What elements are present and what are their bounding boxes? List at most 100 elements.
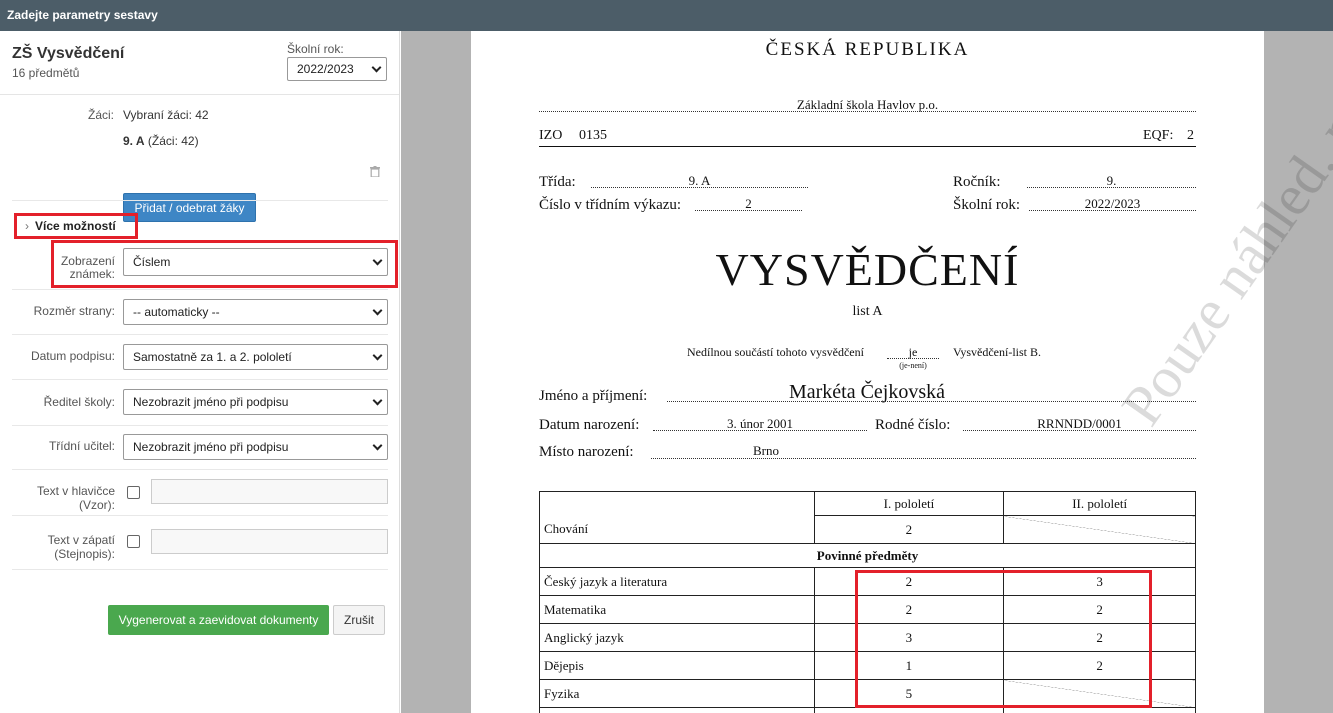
grade-display-label: Zobrazení známek: [60,254,115,281]
dotted-line [653,430,867,431]
sign-date-select[interactable]: Samostatně za 1. a 2. pololetí [123,344,388,370]
integral-sheet: Vysvědčení-list B. [953,345,1041,359]
principal-label: Ředitel školy: [43,395,115,409]
grade-h1 [813,707,1005,713]
country-heading: ČESKÁ REPUBLIKA [765,39,970,60]
page-size-label: Rozměr strany: [33,304,115,318]
add-remove-students-button[interactable]: Přidat / odebrat žáky [123,193,256,222]
chevron-down-icon [372,255,383,266]
izo-label: IZO [539,128,563,143]
grade-display-value: Číslem [133,255,171,269]
footer-text-label: Text v zápatí (Stejnopis): [47,533,115,561]
page-size-select[interactable]: -- automaticky -- [123,299,388,325]
sign-date-value: Samostatně za 1. a 2. pololetí [133,350,292,364]
grade-h1: 2 [813,515,1005,544]
dotted-line [963,430,1196,431]
name-label: Jméno a příjmení: [539,388,648,404]
dotted-line [539,111,1196,112]
dialog-title: Zadejte parametry sestavy [0,0,1333,31]
izo-value: 0135 [579,128,607,143]
table-row: Chování 2 [539,515,1196,544]
divider [12,289,388,290]
list-number-label: Číslo v třídním výkazu: [539,197,682,213]
header-text-checkbox[interactable] [127,486,140,499]
page-size-value: -- automaticky -- [133,305,220,319]
subject-name: Chování [539,515,815,544]
more-options-label: Více možností [35,219,116,233]
divider [12,425,388,426]
school-year-doc-label: Školní rok: [953,197,1021,213]
birth-number-label: Rodné číslo: [875,417,951,433]
grade-h2 [1003,707,1196,713]
chevron-down-icon [372,350,383,361]
sheet-label: list A [852,304,883,319]
table-header-cell [539,491,815,516]
header-text-input[interactable] [151,479,388,504]
report-subtitle: 16 předmětů [12,66,80,80]
teacher-value: Nezobrazit jméno při podpisu [133,440,289,454]
grade-h2 [1003,515,1196,544]
birth-place-label: Místo narození: [539,444,634,460]
dotted-line [695,210,802,211]
teacher-select[interactable]: Nezobrazit jméno při podpisu [123,434,388,460]
section-heading: Povinné předměty [539,543,1196,568]
divider [12,334,388,335]
table-header-cell: II. pololetí [1003,491,1196,516]
table-header-cell: I. pololetí [813,491,1005,516]
panel-header: ZŠ Vysvědčení 16 předmětů Školní rok: 20… [0,31,399,95]
grade-label: Ročník: [953,174,1001,190]
subject-name: Matematika [539,595,815,624]
chevron-right-icon: › [25,219,29,233]
dotted-line [887,358,939,359]
teacher-label: Třídní učitel: [48,439,115,453]
trash-icon[interactable] [370,166,380,177]
subject-name: Fyzika [539,679,815,708]
table-header-row: I. pololetí II. pololetí [539,491,1196,516]
divider [12,469,388,470]
parameters-panel: ZŠ Vysvědčení 16 předmětů Školní rok: 20… [0,31,400,713]
chevron-down-icon [371,62,382,73]
preview-watermark: Pouze náhled, nevytisknout [1108,31,1333,437]
school-year-label: Školní rok: [287,42,344,56]
subject-name: Dějepis [539,651,815,680]
table-row [539,707,1196,713]
dotted-line [667,401,1196,402]
class-name: 9. A [123,134,145,148]
students-label: Žáci: [87,108,114,122]
class-count: (Žáci: 42) [147,134,199,148]
divider [12,200,388,201]
cancel-button[interactable]: Zrušit [333,605,385,635]
birth-place-value: Brno [753,443,779,458]
highlight-box [855,570,1152,708]
rule [539,146,1196,147]
generate-button[interactable]: Vygenerovat a zaevidovat dokumenty [108,605,329,635]
certificate-heading: VYSVĚDČENÍ [715,244,1020,295]
footer-text-input[interactable] [151,529,388,554]
class-label: Třída: [539,174,576,190]
footer-text-checkbox[interactable] [127,535,140,548]
section-row: Povinné předměty [539,543,1196,568]
dotted-line [651,458,1196,459]
class-row: 9. A (Žáci: 42) [123,134,199,148]
sign-date-label: Datum podpisu: [30,349,115,363]
school-year-select[interactable]: 2022/2023 [287,57,387,81]
school-year-value: 2022/2023 [297,62,354,76]
subject-name: Anglický jazyk [539,623,815,652]
dotted-line [1027,187,1196,188]
dotted-line [591,187,808,188]
eqf-label: EQF: [1143,128,1174,143]
chevron-down-icon [372,440,383,451]
principal-value: Nezobrazit jméno při podpisu [133,395,289,409]
more-options-toggle[interactable]: › Více možností [14,213,138,239]
integral-text: Nedílnou součástí tohoto vysvědčení [687,345,864,359]
grade-display-select[interactable]: Číslem [123,248,388,276]
students-selected: Vybraní žáci: 42 [123,108,209,122]
chevron-down-icon [372,305,383,316]
birth-date-label: Datum narození: [539,417,640,433]
dotted-line [1029,210,1196,211]
subject-name: Český jazyk a literatura [539,567,815,596]
principal-select[interactable]: Nezobrazit jméno při podpisu [123,389,388,415]
divider [12,379,388,380]
header-text-label: Text v hlavičce (Vzor): [36,484,115,512]
eqf-value: 2 [1187,128,1194,143]
